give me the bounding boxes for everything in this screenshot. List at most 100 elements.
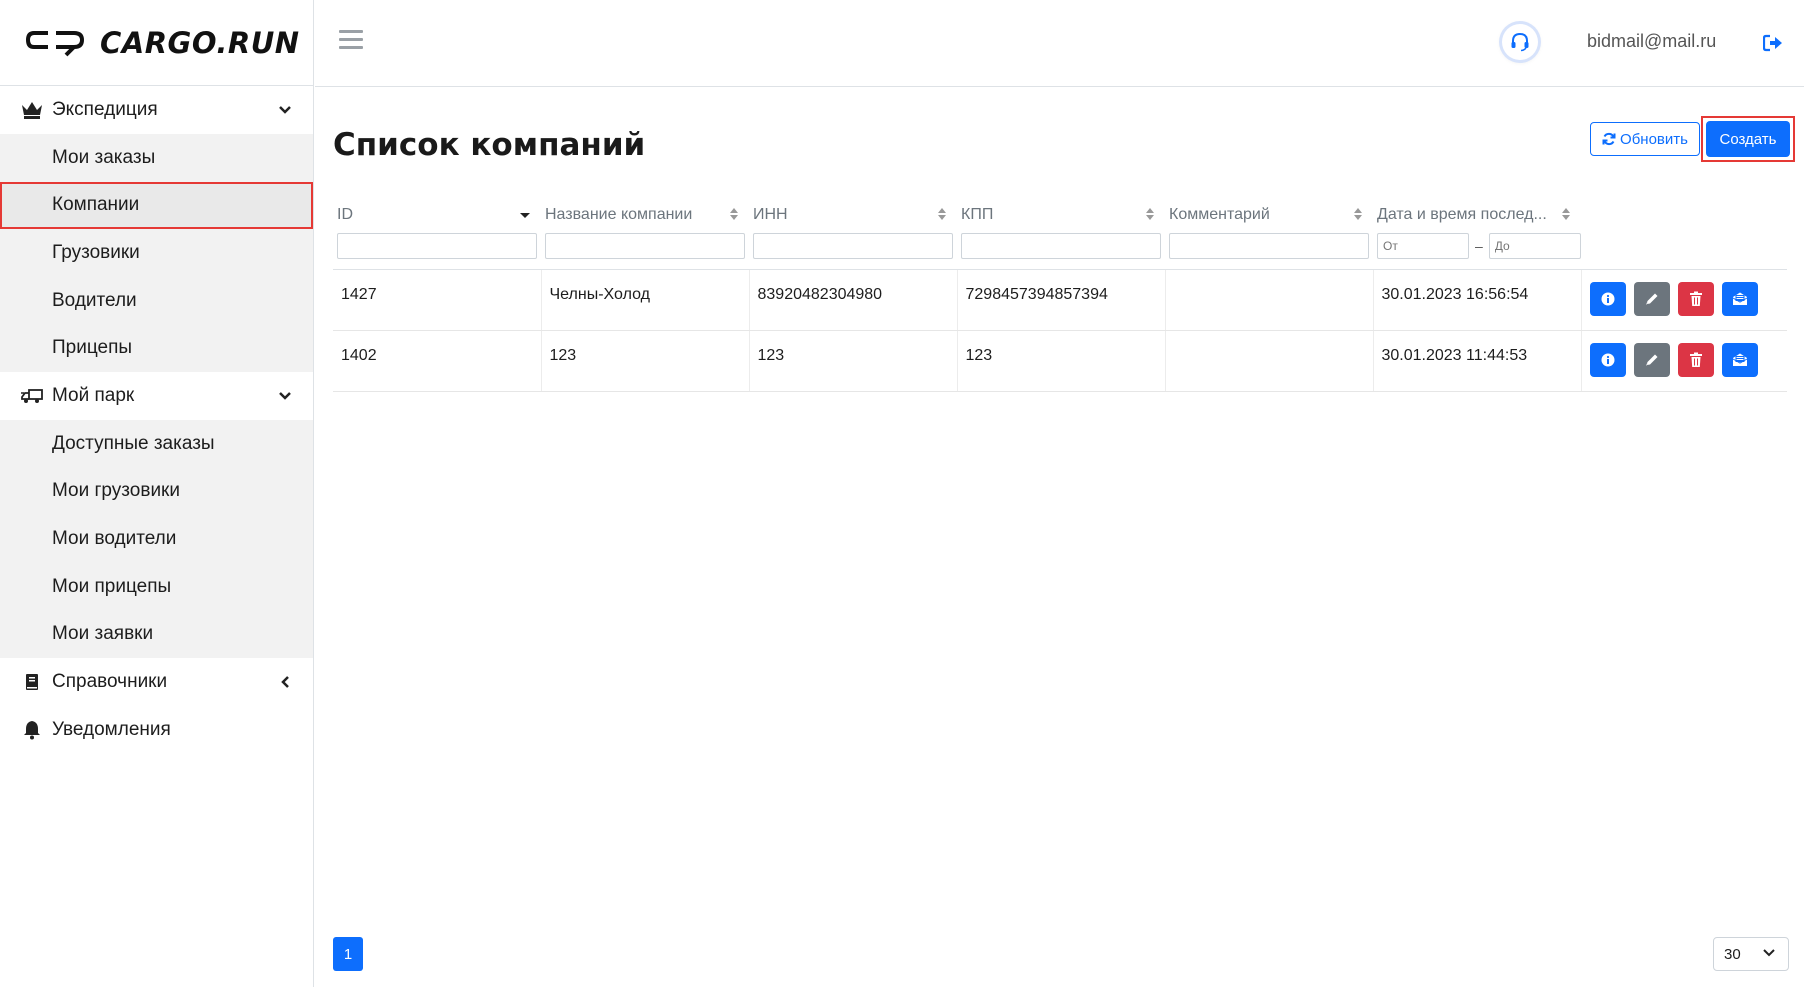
book-icon (20, 672, 44, 692)
create-button[interactable]: Создать (1706, 121, 1790, 157)
logout-icon[interactable] (1762, 34, 1783, 52)
table-header-row: ID Название компании ИНН КПП Комментарий (333, 197, 1787, 233)
nav-group-my-park[interactable]: Мой парк (0, 372, 313, 420)
nav-group-notifications[interactable]: Уведомления (0, 706, 313, 754)
column-header-kpp[interactable]: КПП (957, 197, 1165, 233)
chevron-down-icon (275, 100, 295, 120)
filter-date-from-input[interactable] (1377, 233, 1469, 259)
per-page-value: 30 (1724, 945, 1741, 963)
pencil-icon (1645, 354, 1657, 366)
pencil-icon (1645, 293, 1657, 305)
trash-icon (1689, 291, 1702, 306)
column-header-company-name[interactable]: Название компании (541, 197, 749, 233)
envelope-button[interactable] (1721, 281, 1758, 316)
chevron-down-icon (275, 386, 295, 406)
sidebar-item-drivers[interactable]: Водители (0, 277, 313, 325)
table-row: 1402 123 123 123 30.01.2023 11:44:53 (333, 330, 1787, 392)
main-content: Список компаний Обновить Создать ID Назв… (315, 87, 1804, 987)
per-page-select[interactable]: 30 (1713, 937, 1789, 971)
truck-icon (20, 386, 44, 406)
column-header-inn[interactable]: ИНН (749, 197, 957, 233)
user-email[interactable]: bidmail@mail.ru (1587, 31, 1716, 52)
info-button[interactable] (1589, 342, 1626, 377)
hamburger-menu-icon[interactable] (339, 30, 363, 52)
nav-group-label: Экспедиция (52, 99, 158, 120)
sort-icon[interactable] (937, 207, 947, 226)
support-headset-icon[interactable] (1502, 24, 1538, 60)
cell-actions (1581, 269, 1787, 331)
chevron-down-icon (1762, 946, 1776, 964)
sort-icon[interactable] (1145, 207, 1155, 226)
cell-inn: 83920482304980 (749, 269, 958, 331)
delete-button[interactable] (1677, 281, 1714, 316)
sidebar: CARGO.RUN Экспедиция Мои заказы Компании… (0, 0, 314, 987)
delete-button[interactable] (1677, 342, 1714, 377)
column-header-label: ИНН (753, 206, 788, 223)
column-header-label: Название компании (545, 206, 693, 223)
sort-icon[interactable] (1353, 207, 1363, 226)
cell-company-name: Челны-Холод (541, 269, 750, 331)
date-range-filter: – (1377, 233, 1581, 259)
filter-inn-input[interactable] (753, 233, 953, 259)
sidebar-item-my-requests[interactable]: Мои заявки (0, 610, 313, 658)
column-header-actions (1581, 197, 1787, 233)
sidebar-item-my-trailers[interactable]: Мои прицепы (0, 563, 313, 611)
nav-group-label: Справочники (52, 670, 168, 692)
edit-button[interactable] (1633, 281, 1670, 316)
table-row: 1427 Челны-Холод 83920482304980 72984573… (333, 269, 1787, 331)
cell-datetime: 30.01.2023 11:44:53 (1373, 330, 1582, 392)
chevron-left-icon (275, 672, 295, 692)
sort-icon[interactable] (1561, 207, 1571, 226)
sort-desc-icon[interactable] (519, 207, 531, 225)
filter-id-input[interactable] (337, 233, 537, 259)
cell-kpp: 123 (957, 330, 1166, 392)
column-header-comment[interactable]: Комментарий (1165, 197, 1373, 233)
info-icon (1601, 292, 1614, 305)
sidebar-item-trucks[interactable]: Грузовики (0, 229, 313, 277)
filter-comment-input[interactable] (1169, 233, 1369, 259)
bell-icon (20, 720, 44, 740)
cell-id: 1402 (333, 330, 542, 392)
nav-group-label: Уведомления (52, 718, 171, 740)
sidebar-item-my-trucks[interactable]: Мои грузовики (0, 468, 313, 516)
sidebar-item-my-orders[interactable]: Мои заказы (0, 134, 313, 182)
filter-kpp-input[interactable] (961, 233, 1161, 259)
pagination-page-button[interactable]: 1 (333, 937, 363, 971)
topbar: bidmail@mail.ru (315, 0, 1804, 87)
cell-kpp: 7298457394857394 (957, 269, 1166, 331)
filter-company-name-input[interactable] (545, 233, 745, 259)
sidebar-item-my-drivers[interactable]: Мои водители (0, 515, 313, 563)
cell-company-name: 123 (541, 330, 750, 392)
cell-actions (1581, 330, 1787, 392)
cell-inn: 123 (749, 330, 958, 392)
column-header-last-datetime[interactable]: Дата и время послед... (1373, 197, 1581, 233)
edit-button[interactable] (1633, 342, 1670, 377)
envelope-open-icon (1732, 353, 1747, 366)
create-button-highlight: Создать (1701, 116, 1795, 162)
logo[interactable]: CARGO.RUN (0, 0, 313, 86)
column-header-label: Комментарий (1169, 206, 1270, 223)
column-header-label: ID (337, 206, 353, 223)
column-header-id[interactable]: ID (333, 197, 541, 233)
info-button[interactable] (1589, 281, 1626, 316)
sort-icon[interactable] (729, 207, 739, 226)
envelope-button[interactable] (1721, 342, 1758, 377)
info-icon (1601, 353, 1614, 366)
companies-table: ID Название компании ИНН КПП Комментарий (333, 197, 1787, 392)
column-header-label: КПП (961, 206, 994, 223)
sidebar-item-companies[interactable]: Компании (0, 181, 313, 230)
nav-group-expedition[interactable]: Экспедиция (0, 86, 313, 134)
filter-row: – (333, 233, 1787, 270)
refresh-button[interactable]: Обновить (1590, 122, 1700, 156)
date-range-dash: – (1475, 238, 1483, 254)
refresh-icon (1602, 132, 1616, 146)
sidebar-item-available-orders[interactable]: Доступные заказы (0, 420, 313, 468)
column-header-label: Дата и время послед... (1377, 206, 1547, 223)
nav-group-label: Мой парк (52, 384, 135, 406)
nav-group-directories[interactable]: Справочники (0, 658, 313, 706)
sidebar-item-trailers[interactable]: Прицепы (0, 324, 313, 372)
refresh-button-label: Обновить (1620, 130, 1688, 148)
cargo-logo-icon (26, 30, 85, 56)
crown-icon (20, 100, 44, 120)
filter-date-to-input[interactable] (1488, 233, 1581, 259)
